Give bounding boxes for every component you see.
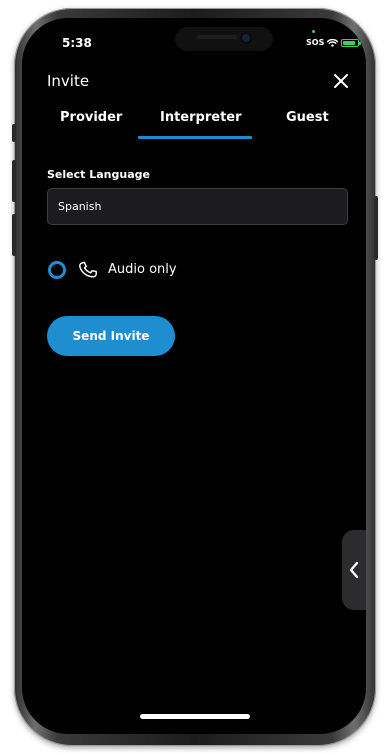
- battery-level: [343, 40, 355, 45]
- select-language-label: Select Language: [47, 168, 150, 181]
- audio-only-radio[interactable]: [48, 261, 66, 279]
- page-title: Invite: [47, 72, 90, 90]
- status-icons: SOS: [306, 38, 362, 47]
- dynamic-island: [175, 27, 273, 51]
- phone-screen: 5:38 SOS Invite Provider Interpreter Gue…: [22, 18, 366, 734]
- power-button: [374, 196, 378, 260]
- invite-tabs: Provider Interpreter Guest: [22, 110, 366, 142]
- audio-only-label: Audio only: [108, 262, 177, 277]
- close-icon[interactable]: [330, 70, 352, 92]
- side-panel-handle[interactable]: [342, 530, 366, 610]
- phone-icon: [79, 261, 97, 278]
- camera-icon: [242, 34, 250, 42]
- volume-up-button: [12, 160, 16, 202]
- battery-icon: [341, 38, 362, 47]
- tab-interpreter[interactable]: Interpreter: [160, 110, 242, 125]
- home-indicator[interactable]: [140, 714, 250, 719]
- language-select[interactable]: Spanish: [47, 188, 348, 225]
- privacy-indicator: [312, 30, 315, 33]
- tab-guest[interactable]: Guest: [286, 110, 329, 125]
- status-time: 5:38: [62, 36, 92, 50]
- volume-down-button: [12, 214, 16, 256]
- send-invite-button[interactable]: Send Invite: [47, 316, 175, 356]
- chevron-left-icon: [349, 561, 359, 579]
- tab-provider[interactable]: Provider: [60, 110, 122, 125]
- speaker-grille: [197, 35, 237, 39]
- silent-switch: [12, 124, 16, 142]
- active-tab-indicator: [138, 136, 252, 139]
- carrier-label: SOS: [306, 38, 325, 47]
- wifi-icon: [327, 38, 339, 47]
